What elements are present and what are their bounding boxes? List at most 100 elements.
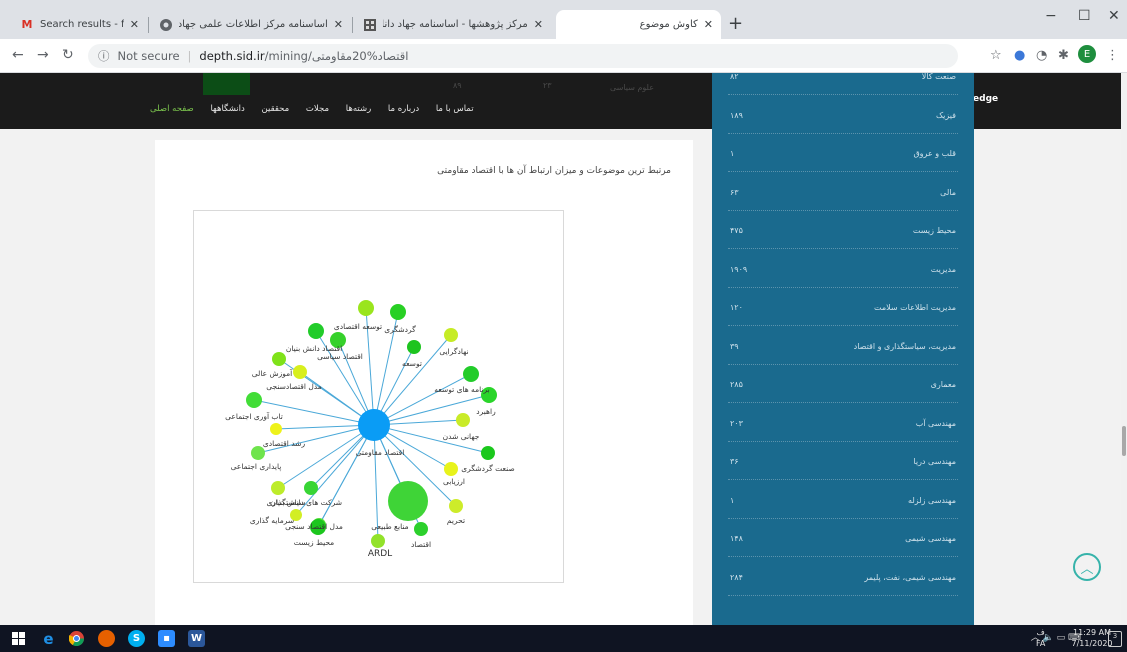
graph-node[interactable] <box>371 534 385 548</box>
tab-close-icon[interactable]: ✕ <box>334 18 343 31</box>
chrome-icon <box>159 18 173 32</box>
graph-edge <box>373 373 472 426</box>
menu-kebab-icon[interactable]: ⋮ <box>1106 48 1119 63</box>
sidebar-field-row[interactable]: مدیریت ۱۹۰۹ <box>712 265 974 303</box>
graph-node[interactable] <box>246 392 262 408</box>
tab-topic-mining[interactable]: کاوش موضوع ✕ <box>556 10 721 39</box>
graph-node[interactable] <box>449 499 463 513</box>
vertical-scrollbar[interactable] <box>1121 73 1127 625</box>
graph-node[interactable] <box>272 352 286 366</box>
graph-edge <box>317 424 375 528</box>
tab-close-icon[interactable]: ✕ <box>704 18 713 31</box>
sidebar-field-row[interactable]: مالی ۶۳ <box>712 188 974 226</box>
tab-sid-statute[interactable]: اساسنامه مرکز اطلاعات علمی جهاد ✕ <box>151 10 351 39</box>
graph-node[interactable] <box>444 328 458 342</box>
profile-avatar[interactable]: E <box>1078 45 1096 63</box>
star-bookmark-icon[interactable]: ☆ <box>990 48 1002 63</box>
menu-item-home[interactable]: صفحه اصلی <box>150 104 194 114</box>
menu-item-universities[interactable]: دانشگاهها <box>210 104 244 114</box>
graph-node[interactable] <box>463 366 479 382</box>
close-window-button[interactable]: ✕ <box>1108 8 1120 24</box>
word-icon[interactable]: W <box>188 630 205 647</box>
back-arrow-icon[interactable]: ← <box>12 47 24 63</box>
graph-node-label: رشد اقتصادی <box>263 439 306 448</box>
forward-arrow-icon[interactable]: → <box>37 47 49 63</box>
minimize-button[interactable]: − <box>1045 8 1057 24</box>
tab-divider <box>352 17 353 33</box>
sidebar-field-row[interactable]: محیط زیست ۴۷۵ <box>712 226 974 264</box>
graph-node[interactable] <box>271 481 285 495</box>
sidebar-field-row[interactable]: مهندسی زلزله ۱ <box>712 496 974 534</box>
graph-node[interactable] <box>388 481 428 521</box>
field-count: ۳۶ <box>730 457 739 466</box>
sidebar-field-row[interactable]: مهندسی آب ۲۰۳ <box>712 419 974 457</box>
graph-node-label: منابع طبیعی <box>371 522 408 531</box>
info-icon[interactable]: ⓘ <box>98 48 110 64</box>
graph-node[interactable] <box>414 522 428 536</box>
menu-item-journals[interactable]: مجلات <box>306 104 329 114</box>
notifications-icon[interactable]: 3 <box>1108 631 1122 647</box>
firefox-icon[interactable] <box>98 630 115 647</box>
sidebar-field-row[interactable]: مهندسی شیمی ۱۴۸ <box>712 534 974 572</box>
skype-icon[interactable]: S <box>128 630 145 647</box>
graph-node[interactable] <box>293 365 307 379</box>
graph-center-node[interactable] <box>358 409 390 441</box>
graph-node[interactable] <box>270 423 282 435</box>
new-tab-button[interactable]: + <box>728 15 743 33</box>
menu-item-contact[interactable]: تماس با ما <box>436 104 474 114</box>
graph-node[interactable] <box>481 446 495 460</box>
extension-icon[interactable]: ◔ <box>1036 48 1047 63</box>
chrome-taskbar-icon[interactable] <box>68 630 85 647</box>
scroll-to-top-button[interactable]: ︿ <box>1073 553 1101 581</box>
graph-node-label: صنعت گردشگری <box>461 464 514 473</box>
row-divider <box>728 479 958 480</box>
puzzle-extensions-icon[interactable]: ✱ <box>1058 48 1069 63</box>
graph-node[interactable] <box>444 462 458 476</box>
graph-node-label: گردشگری <box>384 325 416 334</box>
sidebar-field-row[interactable]: قلب و عروق ۱ <box>712 149 974 187</box>
sidebar-field-row[interactable]: صنعت کالا ۸۲ <box>712 73 974 110</box>
ghost-text: ۸۹ <box>453 81 462 90</box>
network-graph[interactable]: توسعه اقتصادی گردشگریاقتصاد دانش بنیاناقت… <box>194 211 563 582</box>
language-indicator[interactable]: ف FA <box>1036 627 1045 649</box>
field-count: ۱۲۰ <box>730 303 743 312</box>
zoom-icon[interactable]: ▪ <box>158 630 175 647</box>
graph-node[interactable] <box>456 413 470 427</box>
graph-node[interactable] <box>251 446 265 460</box>
reload-icon[interactable]: ↻ <box>62 47 74 63</box>
field-count: ۱۹۰۹ <box>730 264 748 274</box>
tab-close-icon[interactable]: ✕ <box>534 18 543 31</box>
graph-node-label: مدل اقتصادسنجی <box>266 382 322 391</box>
internet-explorer-icon[interactable]: e <box>40 630 57 648</box>
row-divider <box>728 556 958 557</box>
sidebar-field-row[interactable]: مدیریت اطلاعات سلامت ۱۲۰ <box>712 303 974 341</box>
scrollbar-thumb[interactable] <box>1122 426 1126 456</box>
maximize-button[interactable]: ☐ <box>1078 8 1091 24</box>
tab-gmail-search[interactable]: M Search results - f.azimzadeh@gm ✕ <box>12 10 147 39</box>
address-bar[interactable]: ⓘ Not secure | depth.sid.ir /mining/اقتص… <box>88 44 958 68</box>
sidebar-field-row[interactable]: مهندسی دریا ۳۶ <box>712 457 974 495</box>
graph-node[interactable] <box>304 481 318 495</box>
graph-node[interactable] <box>308 323 324 339</box>
field-name: قلب و عروق <box>913 149 956 158</box>
menu-item-fields[interactable]: رشته‌ها <box>346 104 371 114</box>
sidebar-field-row[interactable]: مهندسی شیمی، نفت، پلیمر ۲۸۴ <box>712 573 974 611</box>
sidebar-field-row[interactable]: فیزیک ۱۸۹ <box>712 111 974 149</box>
url-path: /mining/اقتصاد%20مقاومتی <box>264 49 409 63</box>
tab-research-center[interactable]: مرکز پژوهشها - اساسنامه جهاد دانا ✕ <box>355 10 551 39</box>
graph-node[interactable] <box>358 300 374 316</box>
graph-node-label: جهانی شدن <box>443 432 480 441</box>
account-icon[interactable]: ● <box>1014 48 1025 63</box>
tab-divider <box>148 17 149 33</box>
graph-node-label: راهبرد <box>476 407 496 416</box>
sidebar-field-row[interactable]: مدیریت، سیاستگذاری و اقتصاد ۳۹ <box>712 342 974 380</box>
menu-item-about[interactable]: درباره ما <box>388 104 419 114</box>
menu-item-researchers[interactable]: محققین <box>262 104 290 114</box>
tab-close-icon[interactable]: ✕ <box>130 18 139 31</box>
field-name: محیط زیست <box>912 226 956 235</box>
graph-node[interactable] <box>407 340 421 354</box>
sidebar-field-row[interactable]: معماری ۲۸۵ <box>712 380 974 418</box>
site-menu: تماس با ما درباره ما رشته‌ها مجلات محققی… <box>150 104 488 114</box>
graph-node[interactable] <box>390 304 406 320</box>
windows-start-icon[interactable] <box>10 630 27 647</box>
